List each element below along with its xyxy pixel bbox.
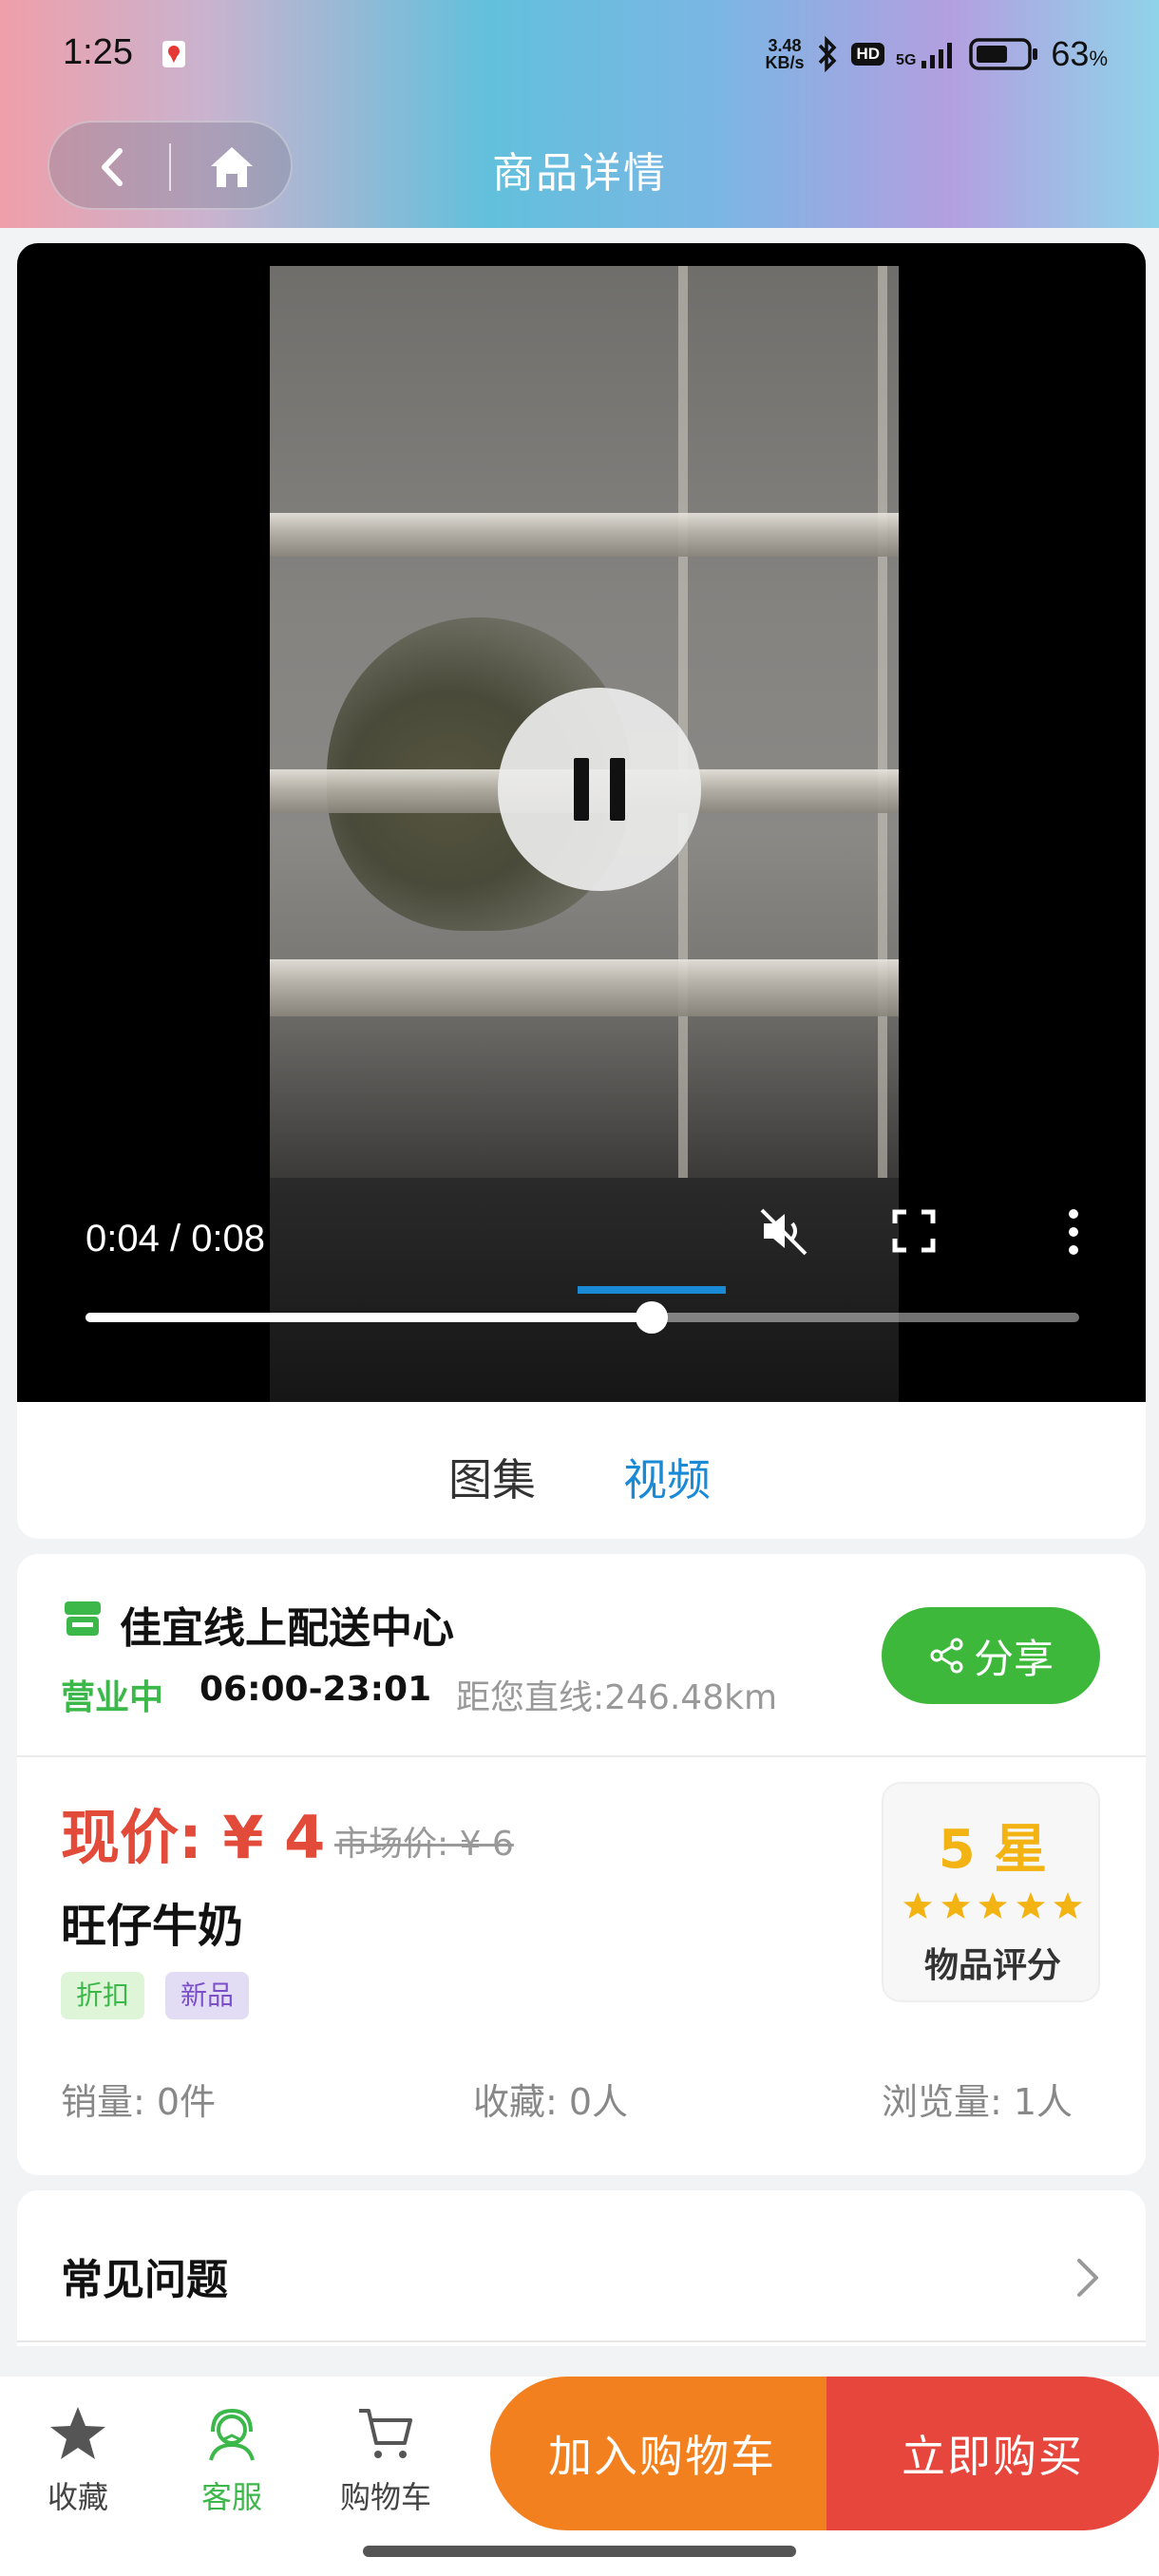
add-to-cart-button[interactable]: 加入购物车 [490, 2377, 834, 2530]
cage-bar [678, 266, 688, 1178]
status-time: 1:25 [63, 32, 133, 72]
store-name: 佳宜线上配送中心 [120, 1604, 454, 1653]
customer-service-label: 客服 [200, 2479, 262, 2515]
cage-rail [270, 959, 899, 1016]
network-speed-value: 3.48 [768, 36, 802, 55]
buy-now-button[interactable]: 立即购买 [826, 2377, 1159, 2530]
sales-count: 销量: 0件 [61, 2081, 217, 2123]
network-speed: 3.48 KB/s [765, 37, 804, 71]
divider [17, 1755, 1146, 1757]
favorite-label: 收藏 [47, 2479, 108, 2515]
home-indicator [363, 2546, 796, 2557]
more-options-icon[interactable] [1060, 1204, 1087, 1260]
star-icon [940, 1892, 970, 1919]
star-icon [1016, 1892, 1045, 1919]
star-icon [978, 1892, 1007, 1919]
customer-service-icon [209, 2408, 255, 2461]
mute-icon[interactable] [756, 1203, 813, 1260]
cage-bar [878, 266, 887, 1178]
hd-badge: HD [851, 43, 885, 66]
video-player[interactable]: 0:04 / 0:08 [17, 243, 1146, 1402]
cart-icon [359, 2409, 412, 2458]
product-info-card: 佳宜线上配送中心 营业中 06:00-23:01 距您直线:246.48km 分… [17, 1554, 1146, 2175]
video-progress-handle[interactable] [636, 1301, 669, 1334]
store-icon [65, 1601, 101, 1636]
pause-button[interactable] [498, 688, 701, 891]
signal-group: 5G [896, 40, 958, 68]
network-speed-unit: KB/s [765, 53, 805, 72]
divider [17, 2340, 1146, 2342]
favorite-button[interactable]: 收藏 [11, 2403, 144, 2517]
tag-new: 新品 [165, 1972, 250, 2019]
star-icon [1054, 1892, 1082, 1919]
page-title: 商品详情 [492, 149, 667, 198]
tab-active-indicator [578, 1286, 726, 1294]
media-card: 0:04 / 0:08 图集 视频 [17, 243, 1146, 1539]
star-icon [50, 2407, 105, 2459]
signal-strength-icon [922, 43, 953, 68]
pause-icon [610, 758, 625, 821]
chevron-right-icon [1077, 2259, 1098, 2297]
fullscreen-icon[interactable] [889, 1206, 939, 1256]
market-price: 市场价: ¥ 6 [334, 1825, 514, 1864]
store-distance: 距您直线:246.48km [456, 1678, 778, 1717]
share-label: 分享 [973, 1635, 1054, 1682]
store-open-status: 营业中 [61, 1678, 164, 1717]
cage-rail [270, 513, 899, 557]
rating-box: 5 星 物品评分 [882, 1782, 1100, 2002]
rating-stars [902, 1890, 1083, 1921]
share-button[interactable]: 分享 [882, 1607, 1100, 1704]
cart-button[interactable]: 购物车 [319, 2403, 452, 2517]
battery-percent-value: 63 [1051, 34, 1090, 73]
star-icon [903, 1892, 932, 1919]
location-pin-icon [162, 41, 185, 67]
status-bar: 1:25 3.48 KB/s HD 5G 63% [0, 0, 1159, 112]
faq-title: 常见问题 [61, 2256, 228, 2304]
network-type: 5G [896, 52, 917, 68]
battery-icon [969, 38, 1038, 70]
rating-value: 5 星 [938, 1819, 1048, 1881]
tag-discount: 折扣 [61, 1972, 145, 2019]
video-time: 0:04 / 0:08 [86, 1218, 266, 1260]
current-price: 现价: ¥ 4 [61, 1803, 326, 1872]
video-progress-bar[interactable] [86, 1301, 1079, 1334]
product-name: 旺仔牛奶 [61, 1900, 244, 1953]
share-icon [930, 1638, 963, 1674]
tab-gallery[interactable]: 图集 [448, 1446, 536, 1508]
customer-service-button[interactable]: 客服 [165, 2403, 298, 2517]
favorites-count: 收藏: 0人 [473, 2081, 629, 2123]
faq-row[interactable]: 常见问题 [17, 2190, 1146, 2346]
tab-video[interactable]: 视频 [623, 1446, 711, 1508]
views-count: 浏览量: 1人 [882, 2081, 1074, 2123]
cart-label: 购物车 [339, 2479, 431, 2515]
store-hours: 06:00-23:01 [200, 1670, 432, 1709]
pause-icon [574, 758, 589, 821]
battery-percent-unit: % [1089, 47, 1108, 70]
media-tabs: 图集 视频 [17, 1402, 1146, 1539]
battery-percent: 63% [1051, 34, 1108, 74]
rating-label: 物品评分 [923, 1946, 1061, 1985]
bluetooth-icon [819, 35, 837, 73]
video-progress-fill [86, 1313, 653, 1322]
status-right-group: 3.48 KB/s HD 5G 63% [765, 32, 1108, 76]
